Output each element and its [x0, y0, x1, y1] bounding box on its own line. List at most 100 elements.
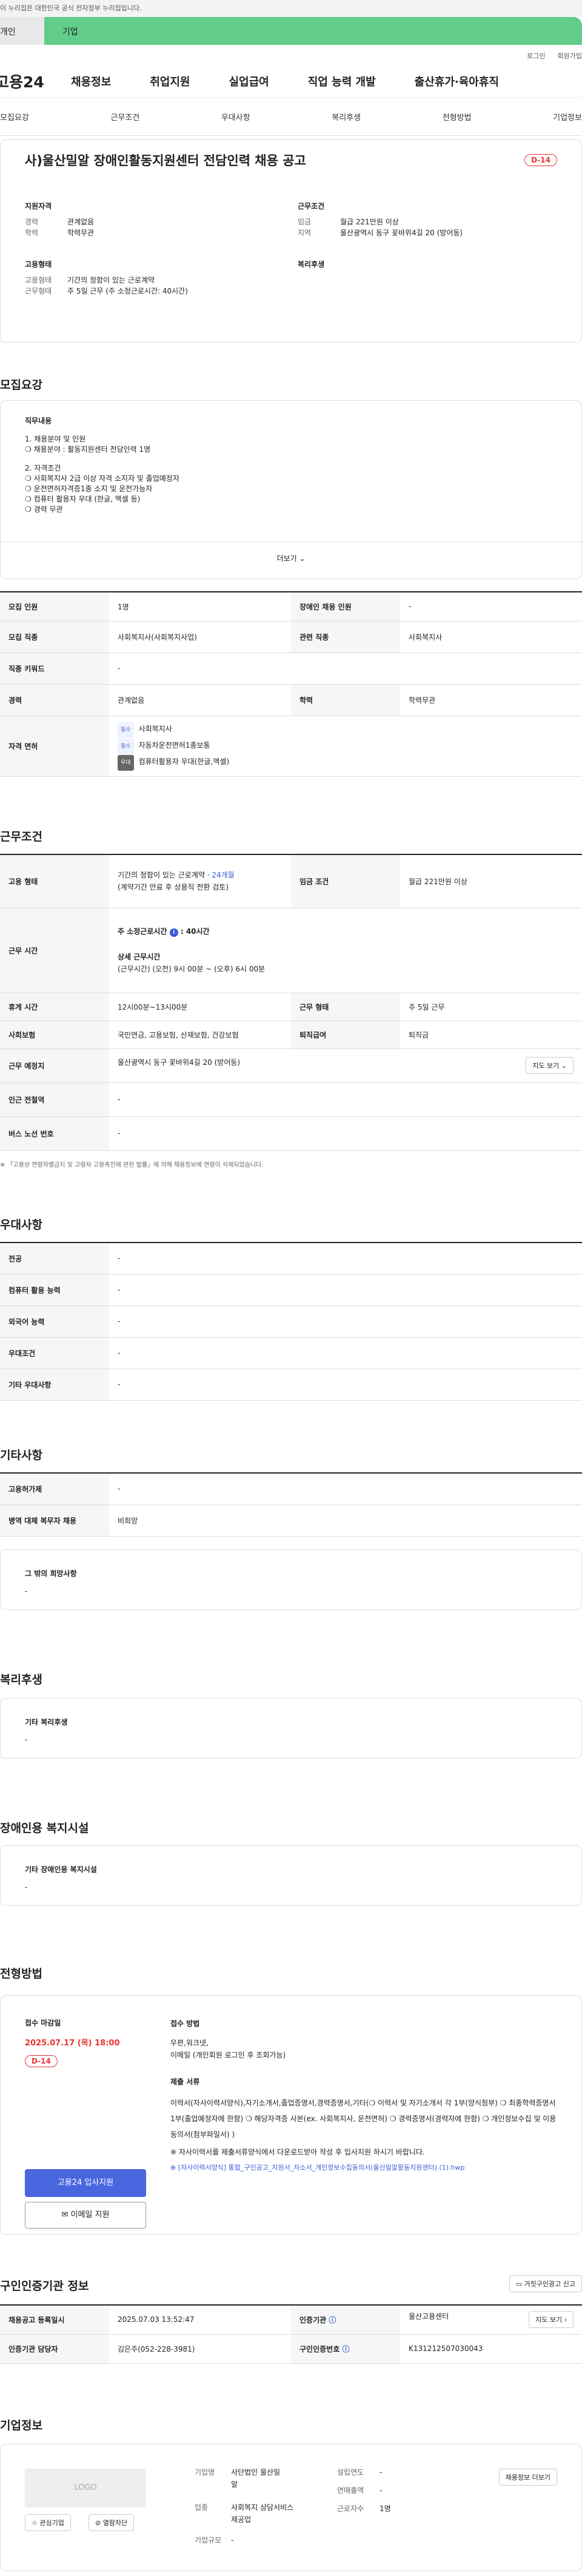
- lnb-welfare[interactable]: 복리후생: [332, 111, 361, 122]
- cell-label: 우대조건: [0, 1337, 109, 1369]
- emp-value: 기간의 정함이 있는 근로계약: [67, 276, 155, 284]
- pref-title: 우대사항: [0, 1218, 42, 1232]
- cell-label: 자격 면허: [0, 716, 109, 777]
- est-label: 설립연도: [337, 2468, 364, 2477]
- cell-label: 퇴직급여: [291, 1021, 400, 1049]
- size-value: -: [231, 2536, 234, 2544]
- more-button[interactable]: 더보기 ⌄: [1, 542, 581, 563]
- duty-line: ❍ 채용분야 : 활동지원센터 전담인력 1명: [25, 445, 151, 454]
- cell-value: -: [109, 1306, 582, 1338]
- industry-value: 사회복지 상담서비스 제공업: [231, 2503, 294, 2524]
- info-icon[interactable]: ⓘ: [342, 2345, 349, 2353]
- apply-button[interactable]: 고용24 입사지원: [25, 2169, 146, 2197]
- docs-value: 이력서(자사이력서양식),자기소개서,졸업증명서,경력증명서,기타(❍ 이력서 …: [170, 2099, 557, 2139]
- pref-table: 전공 - 컴퓨터 활용 능력 - 외국어 능력 - 우대조건 - 기타 우대사항 -: [0, 1242, 582, 1401]
- welfare-title: 복리후생: [0, 1673, 42, 1686]
- emp-label: 고용형태: [25, 276, 52, 284]
- cell-label: 채용공고 등록일시: [0, 2305, 109, 2335]
- email-apply-button[interactable]: ✉ 이메일 지원: [25, 2202, 146, 2229]
- site-logo[interactable]: 고용24: [0, 70, 71, 92]
- cell-label: 모집 인원: [0, 592, 109, 622]
- cell-value: -: [109, 1082, 582, 1117]
- tab-company[interactable]: 기업: [44, 17, 582, 45]
- cell-value: 학력무관: [400, 684, 582, 716]
- more-jobs-button[interactable]: 채용정보 더보기: [498, 2469, 557, 2486]
- block-icon: ⊘: [95, 2519, 101, 2527]
- attachment-link[interactable]: ⊕ [자사이력서양식] 통합_구인공고_지원서_자소서_개인정보수집동의서(울산…: [170, 2162, 558, 2174]
- company-logo: LOGO: [25, 2469, 146, 2507]
- cell-label: 인근 전철역: [0, 1082, 109, 1117]
- lnb-company[interactable]: 기업정보: [553, 111, 582, 122]
- map-button[interactable]: 지도 보기 ⌄: [526, 1057, 574, 1074]
- required-tag: 필수: [118, 738, 134, 754]
- cell-value: -: [109, 1274, 582, 1306]
- license-name: 사회복지사: [138, 724, 172, 733]
- license-name: 컴퓨터활용자 우대(한글,엑셀): [138, 757, 230, 766]
- edu-value: 학력무관: [67, 229, 95, 237]
- etc-title: 기타사항: [0, 1449, 42, 1462]
- org-value: 울산고용센터: [409, 2312, 449, 2321]
- emp-value: 기간의 정함이 있는 근로계약 ·: [118, 871, 212, 880]
- cell-label: 관련 직종: [291, 621, 400, 653]
- cell-value: -: [109, 1116, 582, 1151]
- org-map-button[interactable]: 지도 보기 ›: [529, 2311, 574, 2329]
- cell-label: 인증기관 담당자: [0, 2334, 109, 2364]
- facility-title: 장애인용 복지시설: [0, 1822, 89, 1835]
- cell-label: 버스 노선 번호: [0, 1116, 109, 1151]
- lnb-preference[interactable]: 우대사항: [221, 111, 250, 122]
- location-value: 울산광역시 동구 꽃바위4길 20 (방어동): [118, 1058, 241, 1067]
- job-title: 사)울산밀알 장애인활동지원센터 전담인력 채용 공고: [25, 153, 306, 168]
- method-value: 우편,워크넷,: [170, 2039, 209, 2047]
- tab-personal[interactable]: 개인: [0, 17, 44, 45]
- process-box: 접수 마감일 2025.07.17 (목) 18:00 D-14 고용24 입사…: [0, 1995, 582, 2235]
- cell-value: -: [109, 1369, 582, 1401]
- gnb-unemployment[interactable]: 실업급여: [229, 73, 269, 89]
- wage-value: 월급 221만원 이상: [340, 218, 399, 226]
- size-label: 기업규모: [195, 2536, 222, 2544]
- report-button[interactable]: ▭ 거짓구인광고 신고: [509, 2275, 582, 2292]
- work-label: 근무형태: [25, 287, 52, 295]
- gnb-training[interactable]: 직업 능력 개발: [308, 73, 376, 89]
- cell-label: 전공: [0, 1243, 109, 1275]
- cell-label: 사회보험: [0, 1021, 109, 1049]
- company-name-label: 기업명: [195, 2468, 215, 2477]
- sales-value: -: [380, 2486, 383, 2495]
- gnb-jobs[interactable]: 채용정보: [71, 73, 111, 89]
- info-icon[interactable]: ⓘ: [329, 2316, 336, 2324]
- lnb-conditions[interactable]: 근무조건: [110, 111, 139, 122]
- cell-label: 경력: [0, 684, 109, 716]
- facility-box: 기타 장애인용 복지시설 -: [0, 1845, 582, 1906]
- duty-line: ❍ 운전면허자격증1종 소지 및 운전가능자: [25, 485, 153, 493]
- favorite-button[interactable]: ☆ 관심기업: [25, 2514, 71, 2531]
- block-button[interactable]: ⊘ 열람차단: [89, 2514, 135, 2531]
- info-icon[interactable]: i: [169, 928, 178, 937]
- signup-link[interactable]: 회원가입: [558, 52, 582, 60]
- process-title: 전형방법: [0, 1967, 42, 1981]
- lnb-recruit[interactable]: 모집요강: [0, 111, 29, 122]
- industry-label: 업종: [195, 2503, 209, 2512]
- cell-label: 학력: [291, 684, 400, 716]
- mail-icon: ✉: [61, 2210, 69, 2219]
- employees-label: 근로자수: [337, 2504, 364, 2513]
- info-table: 채용공고 등록일시 2025.07.03 13:52:47 인증기관 ⓘ 울산고용센터…: [0, 2304, 582, 2364]
- cell-value: 12시00분~13시00분: [109, 993, 291, 1021]
- duty-box: 직무내용 1. 채용분야 및 인원 ❍ 채용분야 : 활동지원센터 전담인력 1…: [0, 400, 582, 579]
- gnb-employment-support[interactable]: 취업지원: [150, 73, 190, 89]
- license-name: 자동차운전면허1종보통: [138, 740, 210, 750]
- gov-banner: 이 누리집은 대한민국 공식 전자정부 누리집입니다.: [0, 0, 582, 17]
- lnb-process[interactable]: 전형방법: [443, 111, 472, 122]
- attachment-icon: ⊕: [170, 2164, 176, 2172]
- work-value: 주 5일 근무 (주 소정근로시간: 40시간): [67, 287, 188, 295]
- emp-heading: 고용형태: [25, 260, 52, 269]
- preferred-tag: 우대: [118, 754, 134, 771]
- cell-value: 주 5일 근무: [400, 993, 582, 1021]
- cond-heading: 근무조건: [298, 202, 325, 210]
- cell-label: 기타 우대사항: [0, 1369, 109, 1401]
- section-nav: 모집요강 근무조건 우대사항 복리후생 전형방법 기업정보: [0, 98, 582, 136]
- other-heading: 그 밖의 희망사항: [25, 1569, 77, 1578]
- login-link[interactable]: 로그인: [527, 52, 545, 60]
- other-box: 그 밖의 희망사항 -: [0, 1549, 582, 1610]
- gnb-leave[interactable]: 출산휴가·육아휴직: [415, 73, 499, 89]
- info-title: 구인인증기관 정보: [0, 2279, 89, 2293]
- company-box: LOGO ☆ 관심기업 ⊘ 열람차단 기업명 사단법인 울산밀알 업종 사회복지 상…: [0, 2444, 582, 2571]
